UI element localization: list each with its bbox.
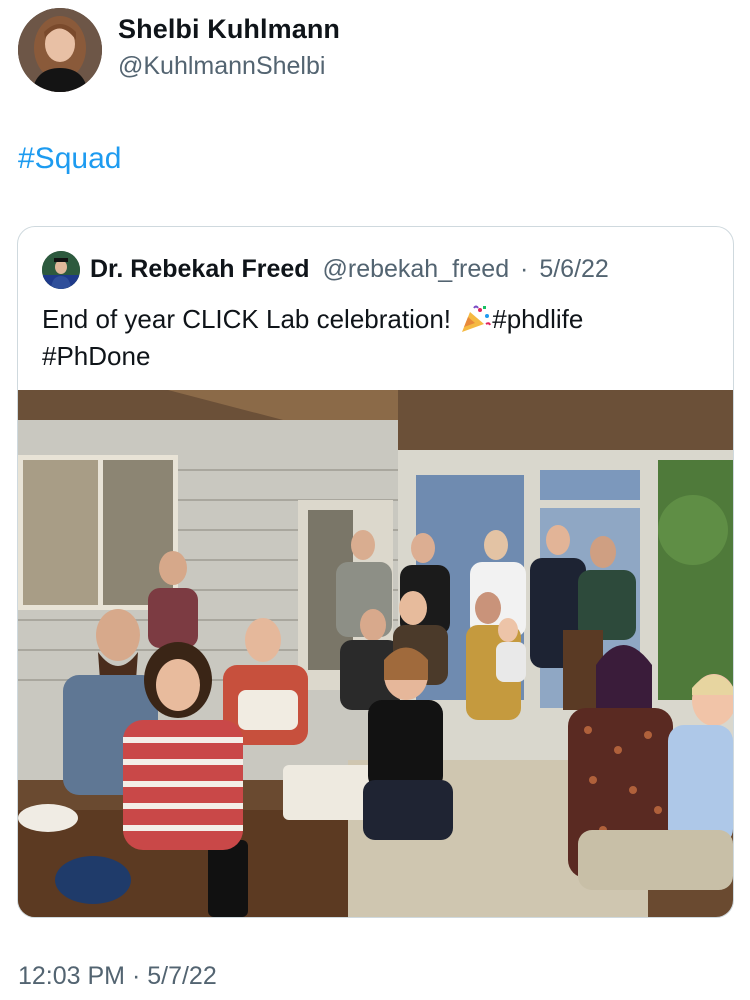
profile-photo-icon bbox=[42, 251, 80, 289]
quoted-text-body: End of year CLICK Lab celebration! bbox=[42, 304, 459, 334]
quoted-author-avatar[interactable] bbox=[42, 251, 80, 289]
meta-separator: · bbox=[520, 255, 529, 283]
quoted-author-name[interactable]: Dr. Rebekah Freed bbox=[90, 255, 310, 283]
quoted-tweet-text: End of year CLICK Lab celebration! #phdl… bbox=[42, 301, 702, 375]
party-popper-icon bbox=[458, 304, 492, 334]
quoted-tweet-header: Dr. Rebekah Freed @rebekah_freed · 5/6/2… bbox=[90, 255, 609, 284]
quoted-author-handle[interactable]: @rebekah_freed bbox=[322, 255, 509, 283]
group-photo[interactable] bbox=[18, 390, 733, 917]
tweet-hashtag-link[interactable]: #Squad bbox=[18, 142, 121, 176]
author-avatar[interactable] bbox=[18, 8, 102, 92]
author-display-name[interactable]: Shelbi Kuhlmann bbox=[118, 14, 340, 45]
hashtag-phdone[interactable]: #PhDone bbox=[42, 341, 150, 371]
tweet-timestamp[interactable]: 12:03 PM · 5/7/22 bbox=[18, 962, 217, 991]
author-handle[interactable]: @KuhlmannShelbi bbox=[118, 52, 325, 81]
quoted-tweet-date[interactable]: 5/6/22 bbox=[539, 255, 609, 283]
quoted-tweet-card[interactable]: Dr. Rebekah Freed @rebekah_freed · 5/6/2… bbox=[17, 226, 734, 918]
hashtag-phdlife[interactable]: #phdlife bbox=[492, 304, 583, 334]
profile-photo-icon bbox=[18, 8, 102, 92]
group-photo-icon bbox=[18, 390, 733, 917]
